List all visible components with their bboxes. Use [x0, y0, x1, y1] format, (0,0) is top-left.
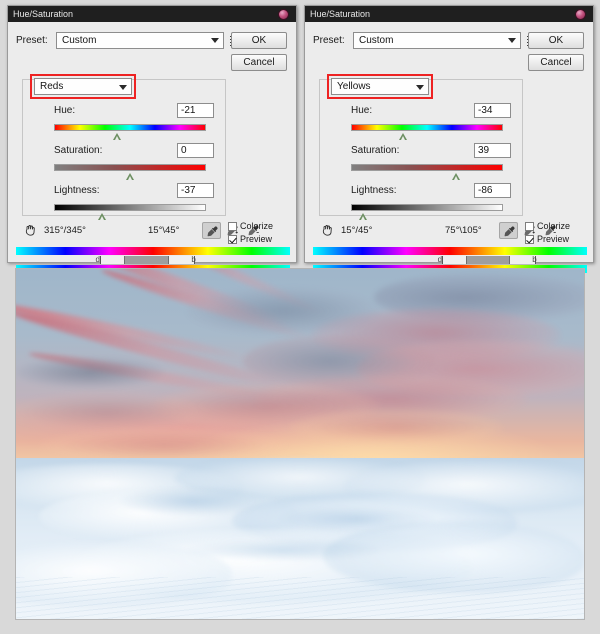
range-mark-right[interactable]: b [532, 255, 536, 264]
dialog-titlebar[interactable]: Hue/Saturation [8, 6, 296, 22]
on-image-adjust-icon[interactable] [321, 224, 335, 237]
range-mark-right[interactable]: b [191, 255, 195, 264]
saturation-label: Saturation: [351, 144, 400, 156]
eyedropper-icon[interactable] [202, 222, 221, 239]
saturation-track[interactable] [54, 164, 206, 180]
preset-label: Preset: [313, 34, 345, 46]
channel-value: Reds [40, 81, 64, 92]
hue-input[interactable]: -34 [474, 102, 511, 118]
range-handles[interactable]: d b [313, 255, 587, 264]
dialog-titlebar[interactable]: Hue/Saturation [305, 6, 593, 22]
lightness-thumb[interactable] [97, 213, 107, 221]
preset-label: Preset: [16, 34, 48, 46]
chevron-down-icon [119, 84, 127, 90]
channel-highlight-box: Reds [30, 74, 136, 99]
colorize-checkbox-row[interactable]: Colorize [525, 221, 583, 231]
chevron-down-icon [211, 38, 219, 43]
cancel-button[interactable]: Cancel [528, 54, 584, 71]
dialog-footer: 15°/45° 75°\105° Colorize Preview [319, 221, 581, 244]
lightness-input[interactable]: -37 [177, 182, 214, 198]
colorize-label: Colorize [240, 221, 274, 231]
hue-label: Hue: [54, 104, 76, 116]
checkbox-group: Colorize Preview [228, 221, 286, 247]
hue-thumb[interactable] [112, 133, 122, 141]
hue-saturation-dialog-reds: Hue/Saturation Preset: Custom OK Cancel … [7, 5, 297, 273]
range-right-value: 75°\105° [445, 225, 482, 236]
cancel-button[interactable]: Cancel [231, 54, 287, 71]
dialog-body: Preset: Custom OK Cancel Yellows Hue: -3… [305, 22, 593, 273]
range-handles[interactable]: d b [16, 255, 290, 264]
colorize-label: Colorize [537, 221, 571, 231]
dialog-footer: 315°/345° 15°\45° Colorize Preview [22, 221, 284, 244]
preset-value: Custom [359, 34, 394, 46]
eyedropper-icon[interactable] [499, 222, 518, 239]
range-left-value: 15°/45° [341, 225, 373, 236]
lightness-label: Lightness: [351, 184, 397, 196]
snow-dunes-layer [16, 458, 584, 619]
sand-ripple-texture [16, 577, 584, 619]
range-left-value: 315°/345° [44, 225, 86, 236]
sky-layer [16, 269, 584, 490]
hue-saturation-dialog-yellows: Hue/Saturation Preset: Custom OK Cancel … [304, 5, 594, 273]
colorize-checkbox[interactable] [228, 221, 237, 231]
saturation-label: Saturation: [54, 144, 103, 156]
hue-slider-block: Hue: -21 [54, 102, 214, 140]
lightness-track[interactable] [54, 204, 206, 220]
dialog-title: Hue/Saturation [310, 9, 371, 19]
ok-button[interactable]: OK [528, 32, 584, 49]
channel-dropdown[interactable]: Yellows [331, 78, 429, 95]
lightness-slider-block: Lightness: -37 [54, 182, 214, 220]
preset-dropdown[interactable]: Custom [56, 31, 224, 49]
chevron-down-icon [508, 38, 516, 43]
hue-input[interactable]: -21 [177, 102, 214, 118]
saturation-thumb[interactable] [126, 173, 135, 181]
screenshot-root: Hue/Saturation Preset: Custom OK Cancel … [0, 0, 600, 634]
on-image-adjust-icon[interactable] [24, 224, 38, 237]
hue-track[interactable] [351, 124, 503, 140]
range-right-value: 15°\45° [148, 225, 180, 236]
lightness-track[interactable] [351, 204, 503, 220]
checkbox-group: Colorize Preview [525, 221, 583, 247]
ps-orb-icon [575, 9, 586, 20]
channel-value: Yellows [337, 81, 371, 92]
lightness-label: Lightness: [54, 184, 100, 196]
preview-checkbox[interactable] [228, 234, 237, 244]
hue-label: Hue: [351, 104, 373, 116]
preview-label: Preview [240, 234, 273, 244]
preview-label: Preview [537, 234, 570, 244]
saturation-slider-block: Saturation: 0 [54, 142, 214, 180]
chevron-down-icon [416, 84, 424, 90]
hue-track[interactable] [54, 124, 206, 140]
preset-value: Custom [62, 34, 97, 46]
saturation-input[interactable]: 39 [474, 142, 511, 158]
preview-checkbox-row[interactable]: Preview [525, 234, 583, 244]
channel-highlight-box: Yellows [327, 74, 433, 99]
lightness-slider-block: Lightness: -86 [351, 182, 511, 220]
lightness-input[interactable]: -86 [474, 182, 511, 198]
ps-orb-icon [278, 9, 289, 20]
snow-dunes-sunset-photo [15, 268, 585, 620]
saturation-slider-block: Saturation: 39 [351, 142, 511, 180]
spectrum-bar-source [313, 247, 587, 255]
saturation-track[interactable] [351, 164, 503, 180]
dialog-title: Hue/Saturation [13, 9, 74, 19]
hue-slider-block: Hue: -34 [351, 102, 511, 140]
range-mark-left[interactable]: d [95, 255, 99, 264]
channel-dropdown[interactable]: Reds [34, 78, 132, 95]
saturation-input[interactable]: 0 [177, 142, 214, 158]
dialog-body: Preset: Custom OK Cancel Reds Hue: -21 S… [8, 22, 296, 273]
ok-button[interactable]: OK [231, 32, 287, 49]
saturation-thumb[interactable] [451, 173, 461, 181]
preview-checkbox-row[interactable]: Preview [228, 234, 286, 244]
colorize-checkbox[interactable] [525, 221, 534, 231]
preset-dropdown[interactable]: Custom [353, 31, 521, 49]
spectrum-bar-source [16, 247, 290, 255]
colorize-checkbox-row[interactable]: Colorize [228, 221, 286, 231]
lightness-thumb[interactable] [358, 213, 368, 221]
preview-checkbox[interactable] [525, 234, 534, 244]
hue-thumb[interactable] [399, 133, 408, 141]
range-mark-left[interactable]: d [438, 255, 442, 264]
